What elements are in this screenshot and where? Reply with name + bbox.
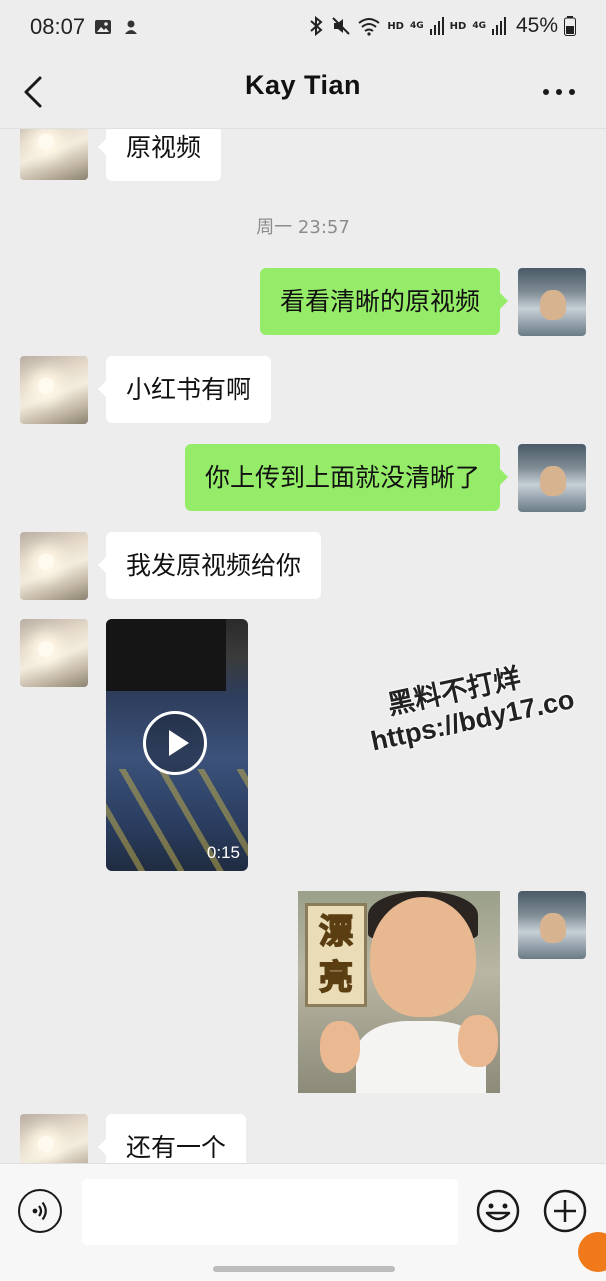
network-label-1: 4G: [409, 21, 424, 31]
message-bubble-outgoing[interactable]: 你上传到上面就没清晰了: [184, 444, 509, 511]
contact-avatar[interactable]: [20, 532, 88, 600]
network-label-2: 4G: [472, 21, 486, 31]
video-duration: 0:15: [206, 843, 240, 862]
wifi-icon: [358, 18, 380, 36]
message-bubble-incoming[interactable]: 我发原视频给你: [97, 532, 322, 599]
status-left-icons: [94, 18, 140, 36]
contact-avatar[interactable]: [20, 1114, 88, 1163]
battery-icon: [564, 16, 576, 36]
message-bubble-incoming[interactable]: 还有一个: [97, 1114, 247, 1163]
mute-icon: [332, 17, 351, 35]
message-bubble-incoming[interactable]: 小红书有啊: [97, 356, 272, 423]
emoji-icon[interactable]: [476, 1189, 520, 1233]
gallery-icon: [95, 20, 111, 34]
contact-avatar[interactable]: [20, 619, 88, 687]
input-bar: [0, 1163, 606, 1281]
status-time: 08:07: [30, 14, 86, 39]
sticker-kid-hand: [320, 1021, 360, 1073]
play-icon[interactable]: [143, 711, 207, 775]
message-input[interactable]: [82, 1179, 458, 1245]
sticker-message[interactable]: 漂 亮: [298, 891, 500, 1093]
contact-avatar[interactable]: [20, 129, 88, 180]
video-message[interactable]: 0:15: [106, 619, 248, 871]
plus-circle-icon[interactable]: [543, 1189, 587, 1233]
video-thumbnail-figure: [106, 619, 226, 691]
sticker-kid-face: [370, 897, 476, 1017]
chat-title: Kay Tian: [244, 70, 362, 100]
notification-app-icon: [125, 20, 137, 34]
message-list[interactable]: 原视频 周一 23:57 看看清晰的原视频 小红书有啊 你上传到上面就没清晰了 …: [0, 129, 606, 1163]
sticker-caption: 漂 亮: [305, 903, 367, 1007]
message-bubble-outgoing[interactable]: 看看清晰的原视频: [259, 268, 509, 335]
home-indicator[interactable]: [213, 1266, 395, 1272]
hd-label-1: HD: [387, 20, 404, 32]
message-timestamp: 周一 23:57: [256, 217, 350, 238]
my-avatar[interactable]: [518, 891, 586, 959]
signal-icon-2: [491, 17, 506, 35]
contact-avatar[interactable]: [20, 356, 88, 424]
my-avatar[interactable]: [518, 444, 586, 512]
my-avatar[interactable]: [518, 268, 586, 336]
voice-icon[interactable]: [18, 1189, 62, 1233]
status-bar: 08:07 HD 4G HD 4G 45%: [0, 0, 606, 56]
more-horizontal-icon[interactable]: [542, 76, 576, 108]
hd-label-2: HD: [449, 20, 467, 32]
watermark: 黑料不打烊 https://bdy17.co: [360, 646, 577, 758]
status-right: HD 4G HD 4G 45%: [307, 14, 576, 38]
sticker-char: 漂: [318, 911, 354, 953]
bluetooth-icon: [310, 16, 323, 36]
message-bubble-incoming[interactable]: 原视频: [97, 129, 222, 181]
sticker-kid-hand: [458, 1015, 498, 1067]
battery-percent: 45%: [515, 14, 558, 37]
chat-header: Kay Tian: [0, 56, 606, 129]
sticker-char: 亮: [318, 957, 354, 999]
signal-icon: [429, 17, 444, 35]
